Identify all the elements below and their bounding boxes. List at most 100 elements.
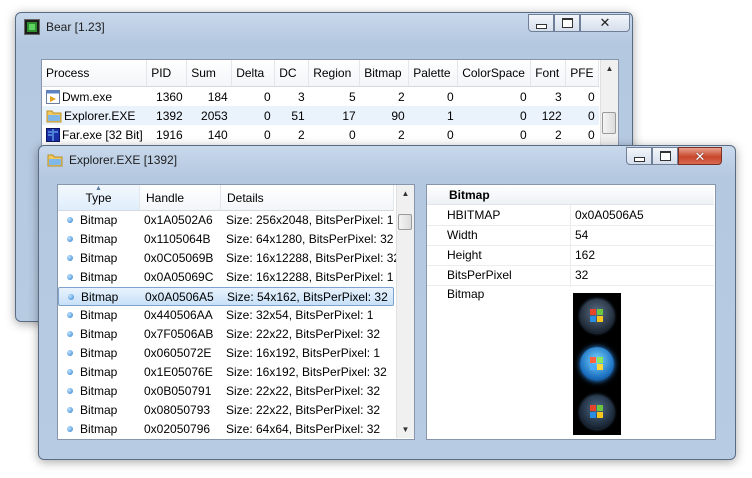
bitmap-object-icon	[67, 426, 73, 432]
sum-cell: 140	[207, 127, 228, 142]
bitmap-object-icon	[67, 331, 73, 337]
type-cell: Bitmap	[80, 213, 118, 227]
scroll-up-arrow-icon[interactable]: ▲	[601, 60, 618, 77]
col-pid[interactable]: PID	[146, 60, 188, 87]
bitmap-object-icon	[67, 274, 73, 280]
type-cell: Bitmap	[80, 270, 118, 284]
handle-cell: 0x1E05076E	[144, 365, 213, 379]
details-titlebar[interactable]: Explorer.EXE [1392] ✕	[39, 146, 735, 174]
col-sum[interactable]: Sum	[186, 60, 233, 87]
type-cell: Bitmap	[80, 308, 118, 322]
object-list-scrollbar[interactable]: ▲ ▼	[396, 185, 414, 438]
details-cell: Size: 16x192, BitsPerPixel: 32	[226, 365, 387, 379]
table-row[interactable]: Bitmap 0x0605072E Size: 16x192, BitsPerPix…	[58, 344, 394, 363]
bitmap-object-icon	[67, 369, 73, 375]
region-cell: 5	[349, 89, 356, 104]
table-row-selected[interactable]: Bitmap 0x0A0506A5 Size: 54x162, BitsPerPix…	[58, 287, 394, 306]
col-bitmap[interactable]: Bitmap	[359, 60, 410, 87]
table-row[interactable]: Bitmap 0x02050796 Size: 64x64, BitsPerPixe…	[58, 420, 394, 439]
col-dc[interactable]: DC	[274, 60, 310, 87]
handle-cell: 0x0C05069B	[144, 251, 214, 265]
windows-logo-icon	[590, 405, 603, 418]
table-row[interactable]: Dwm.exe 1360 184 0 3 5 2 0 0 3 0	[42, 87, 599, 107]
scroll-up-arrow-icon[interactable]: ▲	[397, 185, 414, 202]
windows-logo-icon	[590, 309, 603, 322]
handle-cell: 0x02050796	[144, 422, 211, 436]
property-row: Width 54	[427, 225, 714, 246]
pfe-cell: 0	[588, 89, 595, 104]
table-row[interactable]: Bitmap 0x440506AA Size: 32x54, BitsPerPixe…	[58, 306, 394, 325]
col-pfe[interactable]: PFE	[565, 60, 600, 87]
col-font[interactable]: Font	[530, 60, 567, 87]
dc-cell: 2	[298, 127, 305, 142]
table-row[interactable]: Bitmap 0x0C05069B Size: 16x12288, BitsPerP…	[58, 249, 400, 268]
scroll-down-arrow-icon[interactable]: ▼	[397, 421, 414, 438]
col-details[interactable]: Details	[221, 185, 394, 211]
type-cell: Bitmap	[80, 232, 118, 246]
details-cell: Size: 16x12288, BitsPerPixel: 32	[226, 251, 401, 265]
handle-cell: 0x0A05069C	[144, 270, 214, 284]
col-palette[interactable]: Palette	[408, 60, 459, 87]
process-name-cell: Far.exe [32 Bit]	[42, 125, 147, 144]
details-cell: Size: 16x192, BitsPerPixel: 1	[226, 346, 381, 360]
table-row[interactable]: Bitmap 0x1A0502A6 Size: 256x2048, BitsPerP…	[58, 211, 394, 230]
details-title: Explorer.EXE [1392]	[69, 153, 178, 167]
handle-cell: 0x0A0506A5	[145, 290, 214, 304]
table-row[interactable]: Bitmap 0x0B050791 Size: 22x22, BitsPerPixe…	[58, 382, 394, 401]
process-name: Dwm.exe	[62, 89, 113, 104]
process-name: Far.exe [32 Bit]	[62, 127, 143, 142]
details-caption-buttons: ✕	[626, 147, 722, 165]
property-value: 54	[575, 228, 589, 242]
details-cell: Size: 22x22, BitsPerPixel: 32	[226, 403, 381, 417]
windows-orb-pressed-icon	[580, 395, 614, 429]
table-row[interactable]: Bitmap 0x1E05076E Size: 16x192, BitsPerPix…	[58, 363, 394, 382]
dc-cell: 51	[291, 108, 305, 123]
details-cell: Size: 22x22, BitsPerPixel: 32	[226, 384, 381, 398]
col-type[interactable]: ▲ Type	[58, 185, 140, 211]
bear-app-icon	[24, 19, 40, 35]
col-handle[interactable]: Handle	[140, 185, 221, 211]
maximize-icon	[561, 18, 573, 28]
table-row[interactable]: Bitmap 0x0A05069C Size: 16x12288, BitsPerP…	[58, 268, 394, 287]
bitmap-object-icon	[67, 350, 73, 356]
details-minimize-button[interactable]	[626, 147, 652, 165]
pfe-cell: 0	[588, 127, 595, 142]
type-cell: Bitmap	[81, 290, 119, 304]
table-row[interactable]: Explorer.EXE 1392 2053 0 51 17 90 1 0 12…	[42, 106, 599, 125]
sum-cell: 184	[207, 89, 228, 104]
property-row: Height 162	[427, 245, 714, 266]
scroll-thumb[interactable]	[602, 112, 616, 134]
windows-logo-icon	[590, 357, 603, 370]
gdi-object-list[interactable]: ▲ Type Handle Details Bitmap 0x1A0502A6 Si…	[57, 184, 415, 440]
details-maximize-button[interactable]	[652, 147, 678, 165]
col-delta[interactable]: Delta	[231, 60, 276, 87]
bear-maximize-button[interactable]	[554, 14, 580, 32]
col-colorspace[interactable]: ColorSpace	[457, 60, 532, 87]
maximize-icon	[659, 151, 671, 161]
delta-cell: 0	[264, 89, 271, 104]
process-details-window[interactable]: Explorer.EXE [1392] ✕ ▲ Type Handle Deta…	[38, 145, 736, 460]
process-name: Explorer.EXE	[64, 108, 136, 123]
folder-icon	[46, 110, 62, 122]
bitmap-preview	[573, 293, 621, 435]
bear-titlebar[interactable]: Bear [1.23] ✕	[16, 13, 632, 41]
bear-minimize-button[interactable]	[528, 14, 554, 32]
table-row[interactable]: Bitmap 0x08050793 Size: 22x22, BitsPerPixe…	[58, 401, 394, 420]
type-cell: Bitmap	[80, 346, 118, 360]
type-cell: Bitmap	[80, 365, 118, 379]
bear-caption-buttons: ✕	[528, 14, 630, 32]
bitmap-object-icon	[67, 236, 73, 242]
bitmap-cell: 2	[398, 127, 405, 142]
table-row[interactable]: Bitmap 0x7F0506AB Size: 22x22, BitsPerPixe…	[58, 325, 394, 344]
details-close-button[interactable]: ✕	[678, 147, 722, 165]
bear-close-button[interactable]: ✕	[580, 14, 630, 32]
delta-cell: 0	[264, 108, 271, 123]
table-row[interactable]: Far.exe [32 Bit] 1916 140 0 2 0 2 0 0 2 …	[42, 125, 599, 144]
scroll-thumb[interactable]	[398, 214, 412, 230]
font-cell: 2	[555, 127, 562, 142]
table-row[interactable]: Bitmap 0x1105064B Size: 64x1280, BitsPerPi…	[58, 230, 394, 249]
col-process[interactable]: Process	[42, 60, 148, 87]
dc-cell: 3	[298, 89, 305, 104]
details-cell: Size: 64x1280, BitsPerPixel: 32	[226, 232, 394, 246]
col-region[interactable]: Region	[308, 60, 361, 87]
